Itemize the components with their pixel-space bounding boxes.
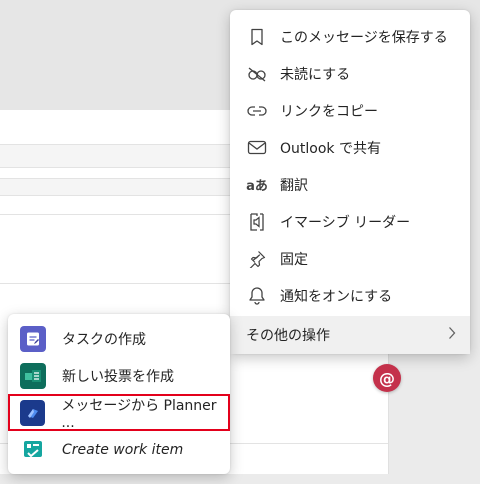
menu-item-label: 通知をオンにする [280, 288, 393, 305]
submenu-item-create-work-item[interactable]: Create work item [8, 431, 230, 468]
immersive-reader-icon [246, 211, 268, 233]
forms-app-icon [20, 362, 46, 389]
mention-badge[interactable]: @ [373, 364, 401, 392]
submenu-item-create-task[interactable]: タスクの作成 [8, 320, 230, 357]
bookmark-icon [246, 26, 268, 48]
menu-item-label: イマーシブ リーダー [280, 214, 411, 231]
tasks-app-icon [20, 325, 46, 352]
message-context-menu: このメッセージを保存する 未読にする リンクをコピー Outlook で共有 a… [230, 10, 470, 354]
link-icon [246, 100, 268, 122]
submenu-item-label: 新しい投票を作成 [62, 368, 174, 385]
menu-item-label: その他の操作 [246, 328, 330, 344]
azure-boards-icon [20, 437, 46, 463]
menu-item-share-outlook[interactable]: Outlook で共有 [230, 129, 470, 166]
mail-icon [246, 137, 268, 159]
menu-item-translate[interactable]: aあ 翻訳 [230, 166, 470, 203]
unread-icon [246, 63, 268, 85]
planner-app-icon [20, 399, 46, 426]
menu-item-label: 未読にする [280, 66, 351, 83]
chevron-right-icon [448, 326, 456, 344]
menu-item-label: 固定 [280, 251, 308, 268]
menu-item-label: このメッセージを保存する [280, 29, 448, 46]
menu-item-label: 翻訳 [280, 177, 308, 194]
menu-item-immersive-reader[interactable]: イマーシブ リーダー [230, 203, 470, 240]
menu-item-copy-link[interactable]: リンクをコピー [230, 92, 470, 129]
menu-item-label: Outlook で共有 [280, 140, 381, 157]
submenu-item-label: タスクの作成 [62, 331, 146, 348]
menu-item-turn-on-notifications[interactable]: 通知をオンにする [230, 277, 470, 314]
menu-item-label: リンクをコピー [280, 103, 378, 120]
menu-item-more-actions[interactable]: その他の操作 [230, 316, 470, 354]
submenu-item-label: メッセージから Planner ... [61, 397, 217, 431]
pin-icon [246, 248, 268, 270]
submenu-item-label: Create work item [62, 441, 184, 458]
bell-icon [246, 285, 268, 307]
menu-item-pin[interactable]: 固定 [230, 240, 470, 277]
menu-item-mark-unread[interactable]: 未読にする [230, 55, 470, 92]
translate-icon: aあ [246, 179, 268, 194]
more-actions-submenu: タスクの作成 新しい投票を作成 メッセージから Planner ... Crea… [8, 314, 230, 474]
menu-item-save-message[interactable]: このメッセージを保存する [230, 18, 470, 55]
submenu-item-create-poll[interactable]: 新しい投票を作成 [8, 357, 230, 394]
submenu-item-planner-from-message[interactable]: メッセージから Planner ... [8, 394, 230, 431]
